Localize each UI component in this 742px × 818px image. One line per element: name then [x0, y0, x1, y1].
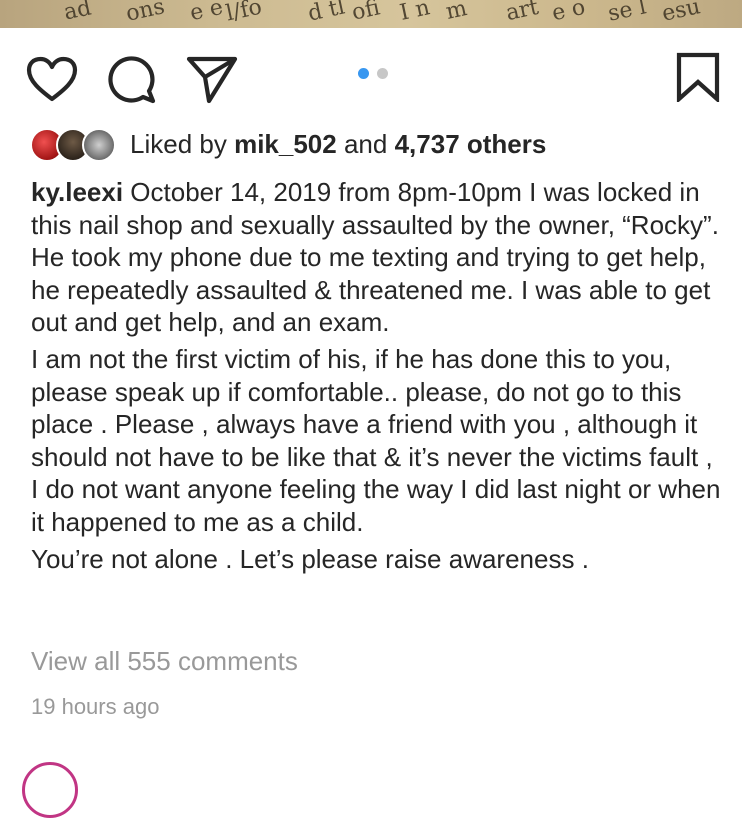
- image-fragment: esu: [659, 0, 703, 27]
- caption-text: October 14, 2019 from 8pm-10pm I was loc…: [31, 177, 719, 338]
- caption-username[interactable]: ky.leexi: [31, 177, 123, 207]
- image-fragment: l/fo: [223, 0, 265, 27]
- post-image[interactable]: ad ons e e l/fo d tl ofi I n m art e o s…: [0, 0, 742, 28]
- likes-text: Liked by mik_502 and 4,737 others: [130, 129, 546, 160]
- image-fragment: I n: [397, 0, 433, 26]
- avatar: [82, 128, 116, 162]
- image-fragment: se l: [605, 0, 649, 27]
- comment-bubble-icon[interactable]: [106, 54, 156, 104]
- likes-prefix: Liked by: [130, 128, 227, 159]
- image-fragment: e o: [549, 0, 588, 27]
- liker-avatars: [30, 126, 122, 162]
- caption-paragraph: I am not the first victim of his, if he …: [31, 343, 721, 537]
- post-action-bar: [0, 28, 742, 124]
- post-caption: ky.leexi October 14, 2019 from 8pm-10pm …: [31, 176, 721, 575]
- carousel-dot: [377, 68, 388, 79]
- bookmark-icon[interactable]: [676, 52, 720, 102]
- likes-summary[interactable]: Liked by mik_502 and 4,737 others: [30, 124, 546, 164]
- next-post-avatar[interactable]: [22, 762, 78, 818]
- image-fragment: d tl: [305, 0, 348, 27]
- caption-paragraph: You’re not alone . Let’s please raise aw…: [31, 543, 589, 574]
- image-fragment: ad: [61, 0, 94, 26]
- likes-others-link[interactable]: 4,737 others: [395, 129, 547, 159]
- image-fragment: e e: [187, 0, 226, 27]
- image-fragment: m: [443, 0, 470, 25]
- caption-paragraph: ky.leexi October 14, 2019 from 8pm-10pm …: [31, 176, 721, 339]
- liker-username[interactable]: mik_502: [234, 129, 337, 159]
- heart-icon[interactable]: [26, 56, 78, 102]
- carousel-indicator: [358, 68, 388, 80]
- view-all-comments-link[interactable]: View all 555 comments: [31, 646, 298, 677]
- image-fragment: ons: [123, 0, 167, 27]
- carousel-dot-active: [358, 68, 369, 79]
- post-image-text: ad ons e e l/fo d tl ofi I n m art e o s…: [0, 0, 742, 28]
- image-fragment: ofi: [349, 0, 383, 26]
- paper-plane-icon[interactable]: [186, 54, 238, 104]
- image-fragment: art: [503, 0, 541, 27]
- likes-conjunction: and: [343, 128, 388, 159]
- post-timestamp: 19 hours ago: [31, 694, 160, 719]
